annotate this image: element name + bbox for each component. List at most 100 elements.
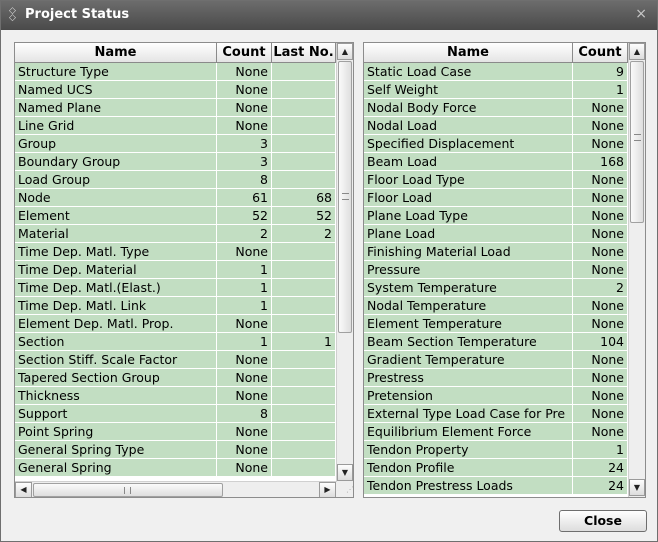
row-count-cell[interactable]: 3: [217, 135, 272, 153]
row-count-cell[interactable]: None: [573, 99, 628, 117]
row-last-no-cell[interactable]: [272, 171, 336, 189]
table-row[interactable]: Element Dep. Matl. Prop. None: [15, 315, 336, 333]
row-count-cell[interactable]: None: [573, 369, 628, 387]
row-name-cell[interactable]: Floor Load: [364, 189, 573, 207]
row-last-no-cell[interactable]: [272, 315, 336, 333]
row-count-cell[interactable]: 52: [217, 207, 272, 225]
row-count-cell[interactable]: None: [573, 117, 628, 135]
row-name-cell[interactable]: Self Weight: [364, 81, 573, 99]
table-row[interactable]: Beam Section Temperature 104: [364, 333, 628, 351]
scroll-thumb[interactable]: [630, 61, 644, 223]
row-name-cell[interactable]: Time Dep. Matl. Type: [15, 243, 217, 261]
row-last-no-cell[interactable]: [272, 135, 336, 153]
column-header-name[interactable]: Name: [364, 43, 573, 63]
row-last-no-cell[interactable]: 1: [272, 333, 336, 351]
table-row[interactable]: Boundary Group 3: [15, 153, 336, 171]
row-count-cell[interactable]: None: [217, 459, 272, 477]
table-row[interactable]: Pretension None: [364, 387, 628, 405]
row-name-cell[interactable]: Section Stiff. Scale Factor: [15, 351, 217, 369]
row-name-cell[interactable]: External Type Load Case for Pre: [364, 405, 573, 423]
row-name-cell[interactable]: Named Plane: [15, 99, 217, 117]
row-last-no-cell[interactable]: [272, 459, 336, 477]
row-count-cell[interactable]: None: [573, 135, 628, 153]
table-row[interactable]: Time Dep. Material 1: [15, 261, 336, 279]
row-name-cell[interactable]: Tendon Prestress Loads: [364, 477, 573, 495]
row-name-cell[interactable]: Element: [15, 207, 217, 225]
row-count-cell[interactable]: 3: [217, 153, 272, 171]
row-last-no-cell[interactable]: [272, 405, 336, 423]
table-row[interactable]: Nodal Load None: [364, 117, 628, 135]
row-count-cell[interactable]: None: [573, 315, 628, 333]
row-name-cell[interactable]: Floor Load Type: [364, 171, 573, 189]
row-name-cell[interactable]: System Temperature: [364, 279, 573, 297]
row-count-cell[interactable]: 24: [573, 477, 628, 495]
column-header-count[interactable]: Count: [573, 43, 628, 63]
row-name-cell[interactable]: Beam Section Temperature: [364, 333, 573, 351]
row-name-cell[interactable]: Beam Load: [364, 153, 573, 171]
title-bar[interactable]: ◇ ◇ Project Status ×: [1, 1, 657, 30]
table-row[interactable]: General Spring None: [15, 459, 336, 477]
row-count-cell[interactable]: 1: [573, 441, 628, 459]
row-count-cell[interactable]: None: [573, 405, 628, 423]
row-last-no-cell[interactable]: [272, 99, 336, 117]
scroll-down-button[interactable]: ▼: [629, 479, 645, 496]
row-name-cell[interactable]: Tapered Section Group: [15, 369, 217, 387]
row-last-no-cell[interactable]: [272, 81, 336, 99]
row-count-cell[interactable]: None: [217, 243, 272, 261]
table-row[interactable]: General Spring Type None: [15, 441, 336, 459]
row-name-cell[interactable]: General Spring: [15, 459, 217, 477]
row-last-no-cell[interactable]: [272, 63, 336, 81]
table-row[interactable]: Element 52 52: [15, 207, 336, 225]
row-last-no-cell[interactable]: [272, 117, 336, 135]
table-row[interactable]: Node 61 68: [15, 189, 336, 207]
row-last-no-cell[interactable]: [272, 441, 336, 459]
table-row[interactable]: Load Group 8: [15, 171, 336, 189]
table-row[interactable]: Floor Load Type None: [364, 171, 628, 189]
row-name-cell[interactable]: Time Dep. Matl.(Elast.): [15, 279, 217, 297]
table-row[interactable]: Named UCS None: [15, 81, 336, 99]
table-row[interactable]: Time Dep. Matl.(Elast.) 1: [15, 279, 336, 297]
scroll-right-button[interactable]: ▶: [319, 482, 336, 497]
table-row[interactable]: Structure Type None: [15, 63, 336, 81]
row-count-cell[interactable]: 1: [217, 297, 272, 315]
row-count-cell[interactable]: 104: [573, 333, 628, 351]
table-row[interactable]: Time Dep. Matl. Link 1: [15, 297, 336, 315]
row-name-cell[interactable]: Thickness: [15, 387, 217, 405]
column-header-last-no[interactable]: Last No.: [272, 43, 336, 63]
row-count-cell[interactable]: None: [217, 81, 272, 99]
table-row[interactable]: Plane Load Type None: [364, 207, 628, 225]
table-row[interactable]: Equilibrium Element Force None: [364, 423, 628, 441]
row-count-cell[interactable]: None: [217, 441, 272, 459]
table-row[interactable]: Named Plane None: [15, 99, 336, 117]
table-row[interactable]: Section Stiff. Scale Factor None: [15, 351, 336, 369]
row-name-cell[interactable]: Pressure: [364, 261, 573, 279]
row-count-cell[interactable]: None: [217, 117, 272, 135]
row-name-cell[interactable]: Tendon Profile: [364, 459, 573, 477]
row-name-cell[interactable]: Named UCS: [15, 81, 217, 99]
row-name-cell[interactable]: Equilibrium Element Force: [364, 423, 573, 441]
row-count-cell[interactable]: None: [573, 171, 628, 189]
row-count-cell[interactable]: 61: [217, 189, 272, 207]
restore-icon[interactable]: ◇ ◇: [9, 7, 19, 23]
row-name-cell[interactable]: Structure Type: [15, 63, 217, 81]
row-name-cell[interactable]: Group: [15, 135, 217, 153]
table-row[interactable]: Point Spring None: [15, 423, 336, 441]
scroll-up-button[interactable]: ▲: [629, 43, 645, 60]
scroll-thumb[interactable]: [338, 61, 352, 333]
row-count-cell[interactable]: None: [217, 369, 272, 387]
row-count-cell[interactable]: None: [217, 423, 272, 441]
row-name-cell[interactable]: Plane Load: [364, 225, 573, 243]
row-last-no-cell[interactable]: [272, 279, 336, 297]
column-header-count[interactable]: Count: [217, 43, 272, 63]
row-count-cell[interactable]: None: [573, 207, 628, 225]
table-row[interactable]: Pressure None: [364, 261, 628, 279]
table-row[interactable]: Material 2 2: [15, 225, 336, 243]
row-name-cell[interactable]: Time Dep. Material: [15, 261, 217, 279]
row-name-cell[interactable]: Time Dep. Matl. Link: [15, 297, 217, 315]
row-count-cell[interactable]: None: [573, 387, 628, 405]
row-count-cell[interactable]: None: [217, 99, 272, 117]
table-row[interactable]: Finishing Material Load None: [364, 243, 628, 261]
table-row[interactable]: Group 3: [15, 135, 336, 153]
row-name-cell[interactable]: General Spring Type: [15, 441, 217, 459]
column-header-name[interactable]: Name: [15, 43, 217, 63]
